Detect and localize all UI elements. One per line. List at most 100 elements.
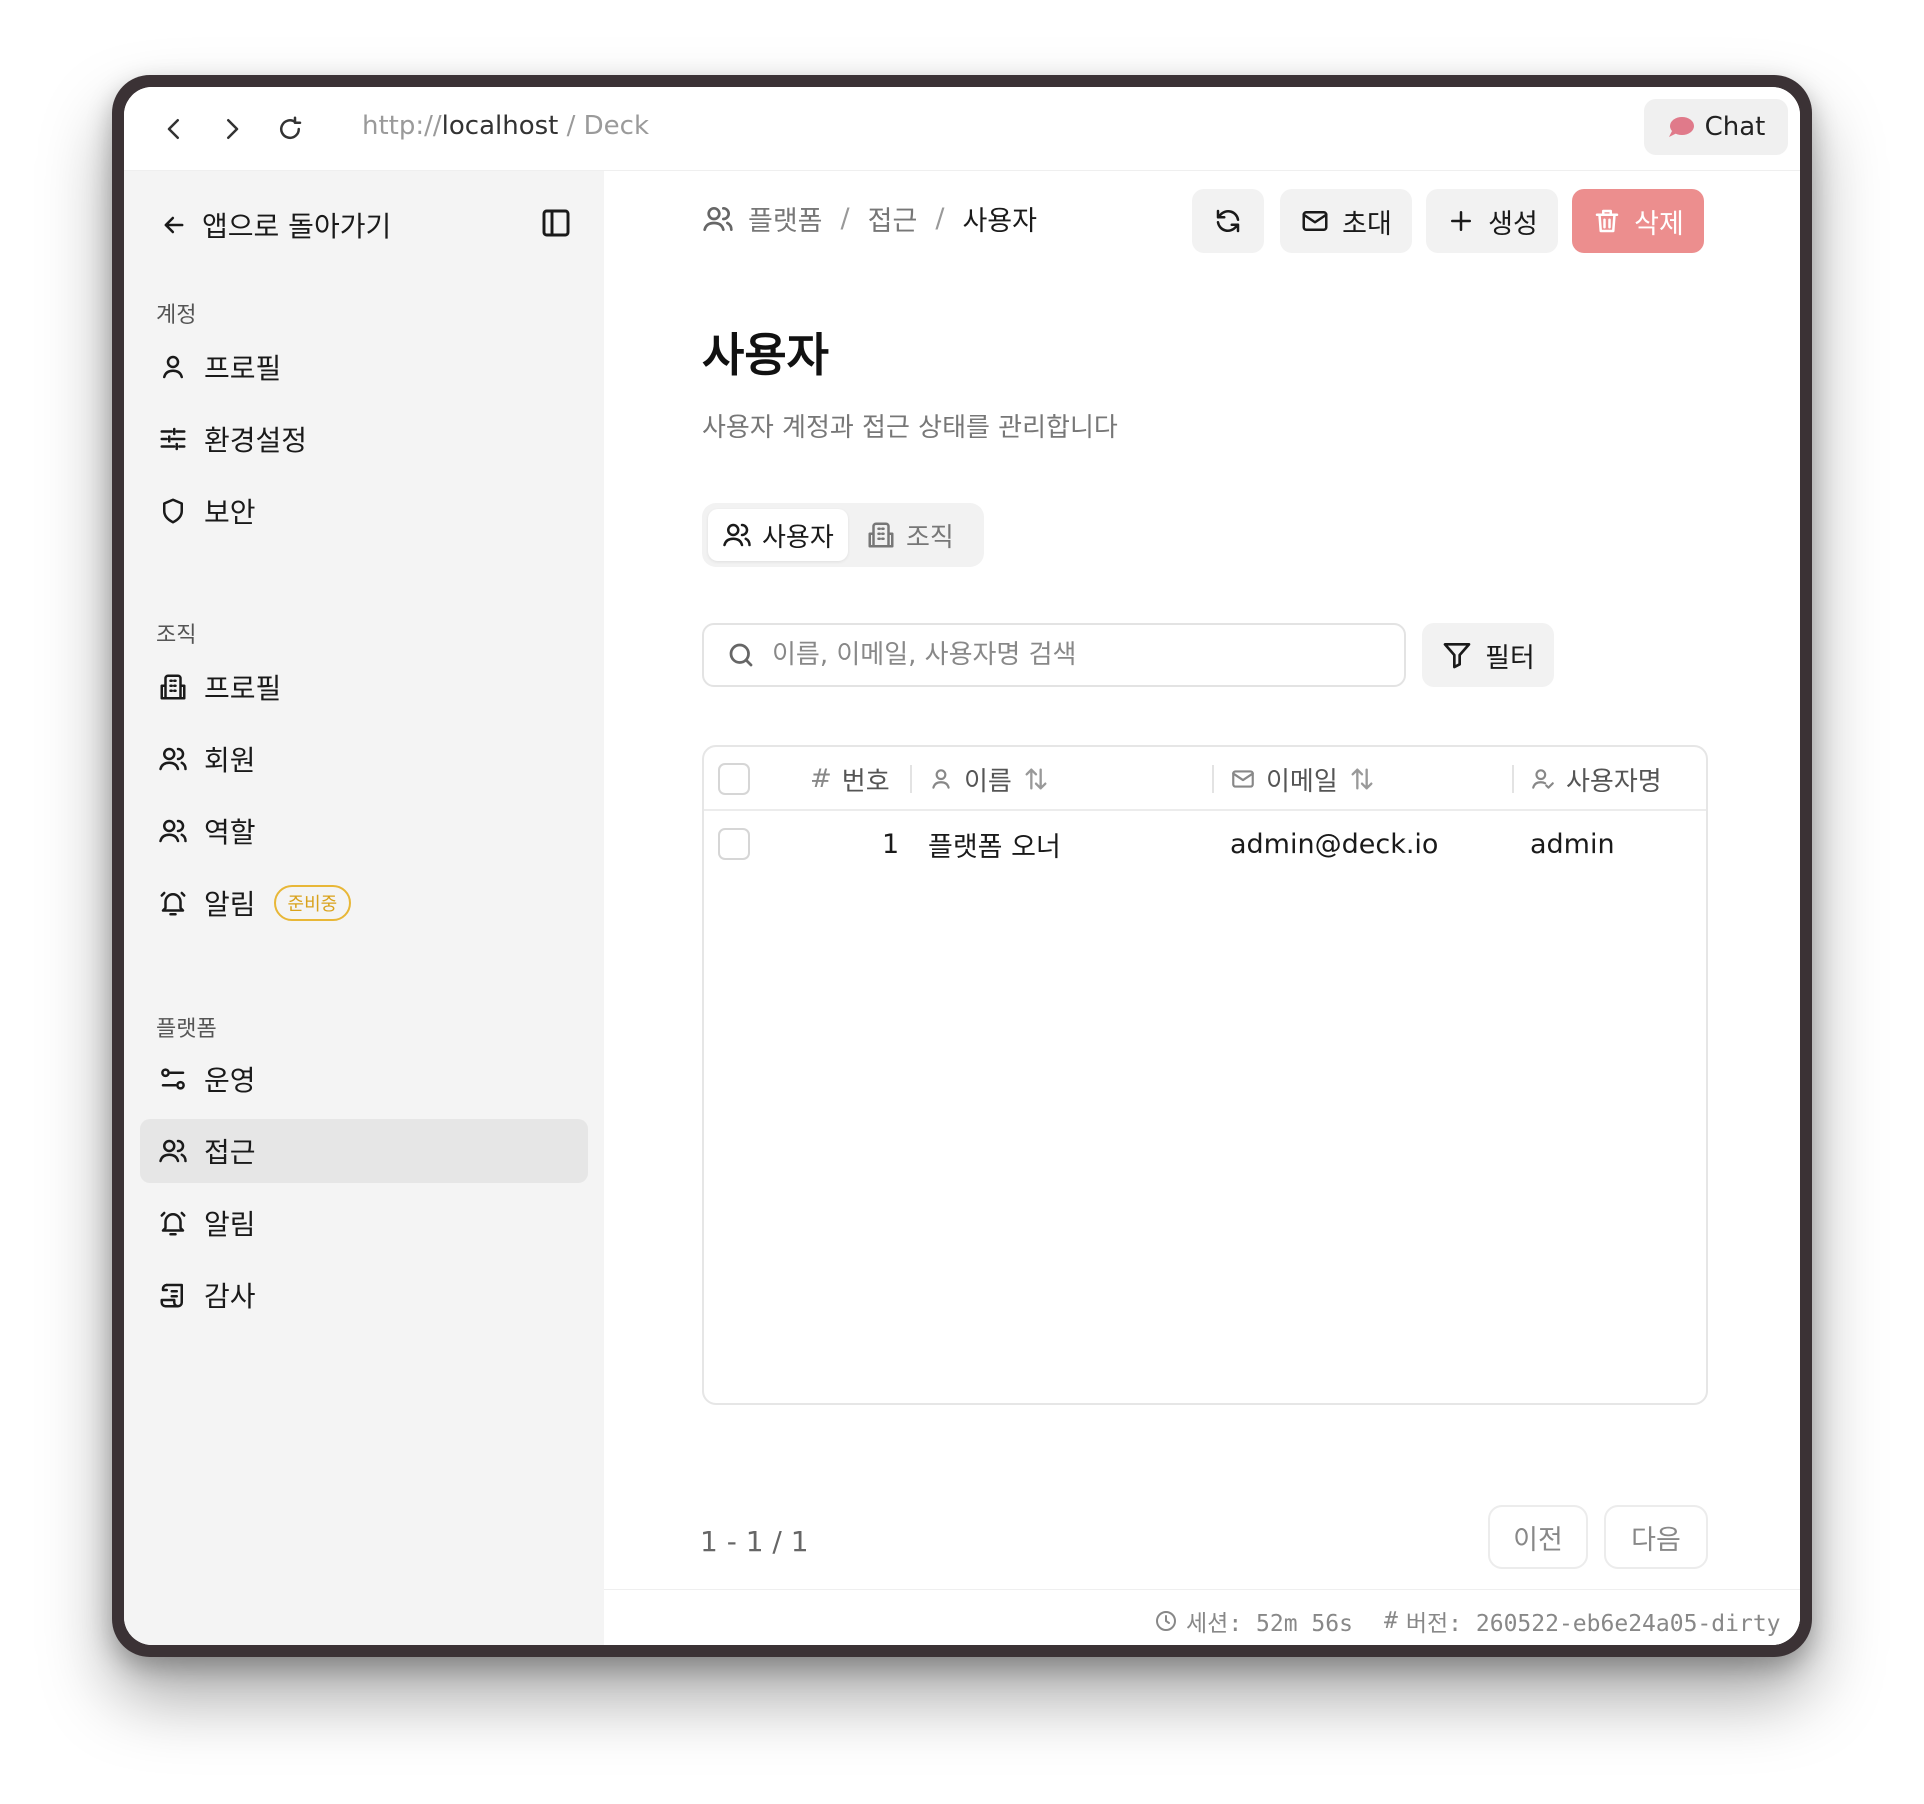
version-label: 버전: 260522-eb6e24a05-dirty xyxy=(1405,1611,1781,1637)
column-header-email[interactable]: 이메일 xyxy=(1230,747,1376,811)
url-host: localhost xyxy=(441,111,559,141)
refresh-button[interactable] xyxy=(1192,189,1264,253)
trash-icon xyxy=(1595,209,1619,233)
url-bar[interactable]: http://localhost / Deck xyxy=(362,111,649,141)
back-to-app-link[interactable]: 앱으로 돌아가기 xyxy=(160,205,391,245)
sidebar-toggle-button[interactable] xyxy=(540,207,574,241)
refresh-icon xyxy=(1216,209,1240,233)
sidebar-item-access[interactable]: 접근 xyxy=(140,1119,588,1183)
users-icon xyxy=(159,747,187,771)
breadcrumb-separator: / xyxy=(840,203,850,234)
url-suffix: / Deck xyxy=(558,111,650,141)
search-input[interactable] xyxy=(772,640,1372,670)
table-row[interactable]: 1 플랫폼 오너 admin@deck.io admin xyxy=(704,811,1706,877)
filter-button-label: 필터 xyxy=(1485,642,1535,674)
breadcrumb-item-platform[interactable]: 플랫폼 xyxy=(748,199,823,238)
session-label: 세션: 52m 56s xyxy=(1186,1611,1353,1637)
invite-button[interactable]: 초대 xyxy=(1280,189,1412,253)
browser-back-button[interactable] xyxy=(152,107,196,151)
users-icon xyxy=(723,523,751,547)
sidebar-item-label: 프로필 xyxy=(204,672,282,705)
page-description: 사용자 계정과 접근 상태를 관리합니다 xyxy=(702,413,1118,443)
section-label-organization: 조직 xyxy=(156,623,197,648)
tab-list: 사용자 조직 xyxy=(702,503,984,567)
user-icon xyxy=(163,355,183,379)
users-icon xyxy=(159,1139,187,1163)
breadcrumb: 플랫폼 / 접근 / 사용자 xyxy=(702,199,1037,238)
search-box xyxy=(702,623,1406,687)
sidebar-item-preferences[interactable]: 환경설정 xyxy=(140,407,588,471)
create-button-label: 생성 xyxy=(1488,208,1538,240)
tab-organizations[interactable]: 조직 xyxy=(852,509,968,561)
building-icon xyxy=(868,522,894,548)
sidebar-item-members[interactable]: 회원 xyxy=(140,727,588,791)
sidebar: 앱으로 돌아가기 계정 프로필 환경설정 보안 조직 프로필 회원 역할 알림 … xyxy=(124,171,604,1645)
browser-forward-button[interactable] xyxy=(210,107,254,151)
sidebar-item-audit[interactable]: 감사 xyxy=(140,1263,588,1327)
column-divider xyxy=(910,765,912,793)
status-badge: 준비중 xyxy=(273,885,352,921)
sidebar-item-operations[interactable]: 운영 xyxy=(140,1047,588,1111)
pagination-info: 1 - 1 / 1 xyxy=(700,1525,809,1558)
sidebar-item-label: 알림 xyxy=(204,888,256,921)
filter-button[interactable]: 필터 xyxy=(1422,623,1554,687)
browser-reload-button[interactable] xyxy=(268,107,312,151)
sidebar-item-roles[interactable]: 역할 xyxy=(140,799,588,863)
back-to-app-label: 앱으로 돌아가기 xyxy=(202,210,392,243)
scroll-icon xyxy=(160,1283,183,1308)
invite-button-label: 초대 xyxy=(1342,208,1392,240)
column-divider xyxy=(1212,765,1214,793)
sidebar-item-label: 알림 xyxy=(204,1208,256,1241)
create-button[interactable]: 생성 xyxy=(1426,189,1558,253)
sidebar-item-org-profile[interactable]: 프로필 xyxy=(140,655,588,719)
chat-bubble-icon xyxy=(1668,117,1694,137)
section-label-platform: 플랫폼 xyxy=(156,1017,217,1042)
column-label: 사용자명 xyxy=(1566,766,1662,797)
mail-icon xyxy=(1232,770,1254,788)
sidebar-item-label: 감사 xyxy=(204,1280,256,1313)
chat-button[interactable]: Chat xyxy=(1644,99,1788,155)
sidebar-item-account-profile[interactable]: 프로필 xyxy=(140,335,588,399)
users-icon xyxy=(159,819,187,843)
column-label: 이메일 xyxy=(1266,766,1338,797)
user-icon xyxy=(932,769,950,789)
panel-left-icon xyxy=(542,209,570,237)
sidebar-item-label: 역할 xyxy=(204,816,256,849)
cell-number: 1 xyxy=(882,828,900,860)
url-scheme: http:// xyxy=(362,111,442,141)
cell-name: 플랫폼 오너 xyxy=(928,831,1061,863)
users-table: # 번호 이름 이메일 사용자명 1 플랫폼 오너 admin@deck.io … xyxy=(702,745,1708,1405)
toggles-icon xyxy=(161,1068,185,1090)
chevron-left-icon xyxy=(167,119,179,139)
bell-icon xyxy=(160,1211,186,1236)
sidebar-item-security[interactable]: 보안 xyxy=(140,479,588,543)
hash-icon: # xyxy=(1384,1608,1398,1634)
filter-icon xyxy=(1443,643,1471,669)
column-header-number[interactable]: # 번호 xyxy=(810,747,890,811)
sort-icon xyxy=(1351,768,1373,790)
chat-button-label: Chat xyxy=(1704,112,1766,142)
sidebar-item-org-notifications[interactable]: 알림 준비중 xyxy=(140,871,588,935)
section-label-account: 계정 xyxy=(156,303,197,328)
search-icon xyxy=(729,643,753,667)
tab-users[interactable]: 사용자 xyxy=(708,509,848,561)
sort-icon xyxy=(1025,768,1047,790)
arrow-left-icon xyxy=(164,216,184,234)
column-header-name[interactable]: 이름 xyxy=(928,747,1050,811)
users-icon xyxy=(703,206,733,231)
main-content: 플랫폼 / 접근 / 사용자 초대 생성 삭제 사용자 사용자 계정과 접근 상… xyxy=(604,171,1800,1645)
next-page-button[interactable]: 다음 xyxy=(1604,1505,1708,1569)
session-status: 세션: 52m 56s xyxy=(1154,1604,1353,1638)
breadcrumb-item-access[interactable]: 접근 xyxy=(868,199,918,238)
select-all-checkbox[interactable] xyxy=(718,763,750,795)
sidebar-item-label: 접근 xyxy=(204,1136,256,1169)
prev-page-button[interactable]: 이전 xyxy=(1488,1505,1588,1569)
row-checkbox[interactable] xyxy=(718,828,750,860)
sidebar-item-platform-notifications[interactable]: 알림 xyxy=(140,1191,588,1255)
plus-icon xyxy=(1451,211,1472,231)
delete-button[interactable]: 삭제 xyxy=(1572,189,1704,253)
column-header-username[interactable]: 사용자명 xyxy=(1530,747,1662,811)
tab-label: 사용자 xyxy=(762,522,834,553)
version-status: # 버전: 260522-eb6e24a05-dirty xyxy=(1384,1604,1781,1638)
building-icon xyxy=(160,674,186,700)
